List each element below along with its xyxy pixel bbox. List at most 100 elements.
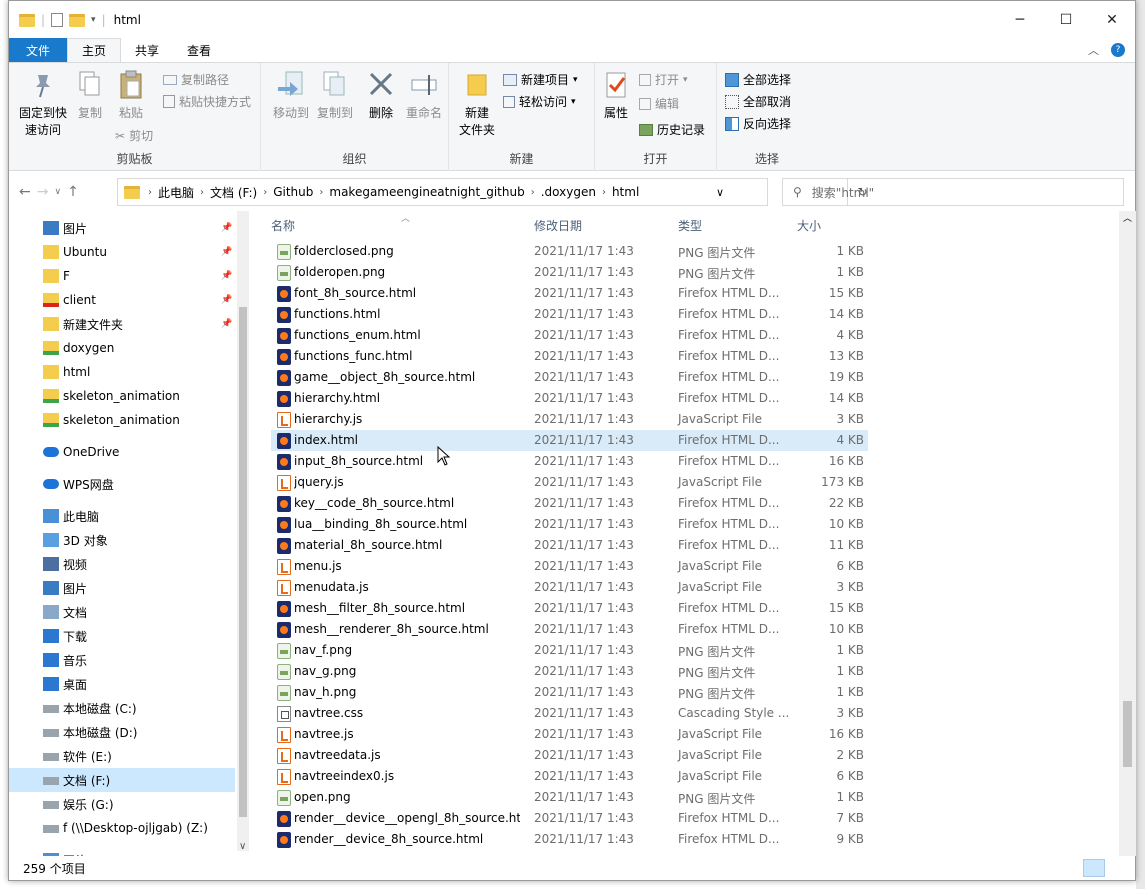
breadcrumb-github[interactable]: Github	[269, 185, 317, 199]
table-row[interactable]: input_8h_source.html 2021/11/17 1:43 Firef…	[271, 451, 868, 472]
nav-item[interactable]: 音乐	[9, 648, 235, 672]
nav-item[interactable]: skeleton_animation	[9, 408, 235, 432]
scrollbar-thumb[interactable]	[239, 307, 247, 817]
chevron-down-icon[interactable]: ∨	[54, 184, 61, 200]
nav-item[interactable]: F 📌	[9, 264, 235, 288]
rename-button[interactable]: 重命名	[403, 69, 445, 122]
nav-item[interactable]: 桌面	[9, 672, 235, 696]
chevron-right-icon[interactable]: ›	[146, 187, 154, 198]
table-row[interactable]: game__object_8h_source.html 2021/11/17 1:…	[271, 367, 868, 388]
tab-file[interactable]: 文件	[9, 38, 67, 62]
nav-item[interactable]: 视频	[9, 552, 235, 576]
back-arrow-icon[interactable]: ←	[19, 184, 31, 200]
chevron-right-icon[interactable]: ›	[317, 187, 325, 198]
chevron-right-icon[interactable]: ›	[261, 187, 269, 198]
table-row[interactable]: lua__binding_8h_source.html 2021/11/17 1:…	[271, 514, 868, 535]
breadcrumb[interactable]: › 此电脑 › 文档 (F:) › Github › makegameengin…	[117, 178, 868, 206]
forward-arrow-icon[interactable]: →	[37, 184, 49, 200]
chevron-down-icon[interactable]: ∨	[239, 841, 246, 852]
navigation-scrollbar[interactable]	[237, 211, 249, 851]
table-row[interactable]: navtree.css 2021/11/17 1:43 Cascading Styl…	[271, 703, 868, 724]
nav-item[interactable]: 本地磁盘 (C:)	[9, 696, 235, 720]
table-row[interactable]: material_8h_source.html 2021/11/17 1:43 Fi…	[271, 535, 868, 556]
pin-icon[interactable]: 📌	[221, 295, 232, 305]
table-row[interactable]: menu.js 2021/11/17 1:43 JavaScript File 6 K…	[271, 556, 868, 577]
maximize-button[interactable]: ☐	[1043, 1, 1089, 39]
chevron-down-icon[interactable]: ▾	[91, 15, 96, 25]
tab-share[interactable]: 共享	[121, 38, 173, 62]
nav-item[interactable]: 文档	[9, 600, 235, 624]
properties-button[interactable]: 属性	[599, 69, 633, 122]
table-row[interactable]: menudata.js 2021/11/17 1:43 JavaScript Fil…	[271, 577, 868, 598]
help-icon[interactable]: ?	[1111, 43, 1125, 57]
table-row[interactable]: mesh__renderer_8h_source.html 2021/11/17 …	[271, 619, 868, 640]
nav-item[interactable]: skeleton_animation	[9, 384, 235, 408]
chevron-right-icon[interactable]: ›	[600, 187, 608, 198]
close-button[interactable]: ✕	[1089, 1, 1135, 39]
breadcrumb-html[interactable]: html	[608, 185, 643, 199]
breadcrumb-repo[interactable]: makegameengineatnight_github	[325, 185, 528, 199]
nav-item[interactable]: 娱乐 (G:)	[9, 792, 235, 816]
search-placeholder[interactable]: 搜索"html"	[812, 184, 874, 201]
nav-item[interactable]: 图片	[9, 576, 235, 600]
edit-button[interactable]: 编辑	[639, 95, 679, 112]
tab-home[interactable]: 主页	[67, 38, 122, 62]
table-row[interactable]: jquery.js 2021/11/17 1:43 JavaScript File 1…	[271, 472, 868, 493]
nav-item[interactable]: 此电脑	[9, 504, 235, 528]
history-button[interactable]: 历史记录	[639, 121, 705, 138]
column-header-type[interactable]: 类型	[678, 217, 702, 234]
nav-item[interactable]: client 📌	[9, 288, 235, 312]
chevron-down-icon[interactable]: ∨	[716, 186, 724, 199]
new-folder-button[interactable]: 新建 文件夹	[457, 69, 497, 139]
invert-selection-button[interactable]: 反向选择	[725, 115, 791, 132]
nav-item[interactable]: 图片 📌	[9, 216, 235, 240]
easy-access-button[interactable]: 轻松访问 ▾	[503, 93, 576, 110]
large-icons-view-button[interactable]	[1107, 859, 1129, 877]
table-row[interactable]: navtreeindex0.js 2021/11/17 1:43 JavaScrip…	[271, 766, 868, 787]
table-row[interactable]: mesh__filter_8h_source.html 2021/11/17 1:…	[271, 598, 868, 619]
table-row[interactable]: navtreedata.js 2021/11/17 1:43 JavaScript …	[271, 745, 868, 766]
column-header-size[interactable]: 大小	[797, 217, 821, 234]
nav-item[interactable]: 文档 (F:)	[9, 768, 235, 792]
properties-icon[interactable]	[51, 13, 64, 27]
chevron-up-icon[interactable]: ︿	[1123, 211, 1132, 224]
table-row[interactable]: navtree.js 2021/11/17 1:43 JavaScript File…	[271, 724, 868, 745]
copy-button[interactable]: 复制	[71, 69, 109, 122]
copy-path-button[interactable]: 复制路径	[163, 71, 229, 88]
table-row[interactable]: key__code_8h_source.html 2021/11/17 1:43 F…	[271, 493, 868, 514]
column-header-date[interactable]: 修改日期	[534, 217, 582, 234]
cut-button[interactable]: ✂ 剪切	[115, 127, 153, 144]
nav-item[interactable]: Ubuntu 📌	[9, 240, 235, 264]
nav-item[interactable]: OneDrive	[9, 440, 235, 464]
select-all-button[interactable]: 全部选择	[725, 71, 791, 88]
table-row[interactable]: render__device__opengl_8h_source.ht... 20…	[271, 808, 868, 829]
breadcrumb-drive-f[interactable]: 文档 (F:)	[206, 184, 261, 201]
table-row[interactable]: folderclosed.png 2021/11/17 1:43 PNG 图片文件 1…	[271, 241, 868, 262]
nav-item[interactable]: 下载	[9, 624, 235, 648]
table-row[interactable]: folderopen.png 2021/11/17 1:43 PNG 图片文件 1 K…	[271, 262, 868, 283]
chevron-right-icon[interactable]: ›	[198, 187, 206, 198]
tab-view[interactable]: 查看	[173, 38, 225, 62]
pin-icon[interactable]: 📌	[221, 247, 232, 257]
up-arrow-icon[interactable]: ↑	[67, 184, 79, 200]
table-row[interactable]: functions_enum.html 2021/11/17 1:43 Firefo…	[271, 325, 868, 346]
scrollbar-thumb[interactable]	[1123, 701, 1132, 767]
pin-icon[interactable]: 📌	[221, 319, 232, 329]
nav-item[interactable]: 3D 对象	[9, 528, 235, 552]
breadcrumb-doxygen[interactable]: .doxygen	[537, 185, 600, 199]
chevron-up-icon[interactable]: ︿	[1088, 42, 1099, 58]
pin-icon[interactable]: 📌	[221, 271, 232, 281]
nav-item[interactable]: 本地磁盘 (D:)	[9, 720, 235, 744]
search-box[interactable]: ⚲ 搜索"html"	[782, 178, 1124, 206]
table-row[interactable]: hierarchy.html 2021/11/17 1:43 Firefox HTM…	[271, 388, 868, 409]
new-item-button[interactable]: 新建项目 ▾	[503, 71, 578, 88]
chevron-right-icon[interactable]: ›	[529, 187, 537, 198]
details-view-button[interactable]	[1083, 859, 1105, 877]
select-none-button[interactable]: 全部取消	[725, 93, 791, 110]
copy-to-button[interactable]: 复制到	[313, 69, 357, 122]
table-row[interactable]: nav_h.png 2021/11/17 1:43 PNG 图片文件 1 KB	[271, 682, 868, 703]
table-row[interactable]: index.html 2021/11/17 1:43 Firefox HTML D.…	[271, 430, 868, 451]
column-header-name[interactable]: 名称	[271, 217, 295, 234]
table-row[interactable]: hierarchy.js 2021/11/17 1:43 JavaScript Fi…	[271, 409, 868, 430]
table-row[interactable]: nav_g.png 2021/11/17 1:43 PNG 图片文件 1 KB	[271, 661, 868, 682]
